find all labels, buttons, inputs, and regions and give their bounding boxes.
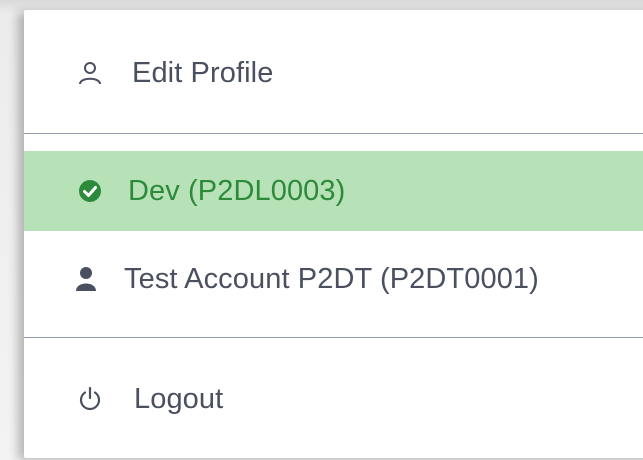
account-dropdown-menu: Edit Profile Dev (P2DL0003) Test Account… [24,10,643,458]
edit-profile-label: Edit Profile [132,56,274,89]
user-outline-icon [76,59,104,87]
account-test-label: Test Account P2DT (P2DT0001) [124,262,539,295]
logout-menu-item[interactable]: Logout [24,366,643,432]
menu-divider [24,133,643,134]
account-dev-label: Dev (P2DL0003) [128,174,346,207]
account-dev-menu-item[interactable]: Dev (P2DL0003) [24,151,643,231]
edit-profile-menu-item[interactable]: Edit Profile [24,40,643,106]
power-icon [76,385,104,413]
page-background: Edit Profile Dev (P2DL0003) Test Account… [0,0,643,460]
account-test-menu-item[interactable]: Test Account P2DT (P2DT0001) [24,246,643,312]
user-solid-icon [72,265,100,293]
menu-divider [24,337,643,338]
logout-label: Logout [134,382,224,415]
check-circle-icon [76,177,104,205]
